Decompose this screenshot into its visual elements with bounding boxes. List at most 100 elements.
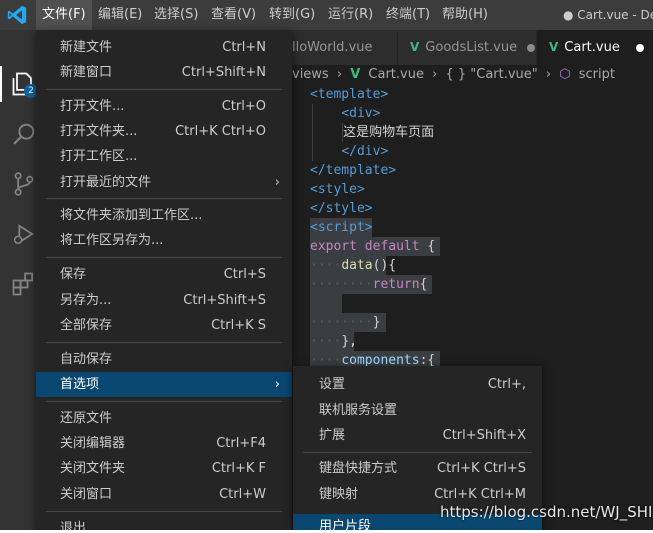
code-token: (){ bbox=[372, 258, 397, 273]
menu-item-label: 另存为... bbox=[60, 293, 112, 308]
menu-item-label: 打开工作区... bbox=[60, 149, 138, 164]
tab-label: GoodsList.vue bbox=[425, 40, 518, 55]
menu-item-shortcut: Ctrl+K S bbox=[211, 318, 266, 333]
menu-item-open-recent[interactable]: 打开最近的文件 › bbox=[36, 170, 292, 195]
menu-item-label: 联机服务设置 bbox=[319, 403, 398, 418]
code-token: <div> bbox=[341, 106, 381, 121]
menu-item-label: 关闭文件夹 bbox=[60, 461, 126, 476]
menu-item-open-workspace[interactable]: 打开工作区... bbox=[36, 144, 292, 169]
menu-item-shortcut: Ctrl+O bbox=[221, 99, 266, 114]
menu-selection[interactable]: 选择(S) bbox=[148, 0, 204, 30]
file-menu-dropdown: 新建文件 Ctrl+N 新建窗口 Ctrl+Shift+N 打开文件... Ctrl+… bbox=[36, 30, 292, 530]
menu-item-close-folder[interactable]: 关闭文件夹 Ctrl+K F bbox=[36, 456, 292, 481]
menu-separator bbox=[46, 511, 282, 512]
menu-item-save-as[interactable]: 另存为... Ctrl+Shift+S bbox=[36, 288, 292, 313]
chevron-right-icon: › bbox=[432, 67, 438, 82]
symbol-icon: ⬡ bbox=[559, 67, 571, 82]
menu-file[interactable]: 文件(F) bbox=[36, 0, 92, 30]
breadcrumb-folder[interactable]: views bbox=[292, 67, 329, 82]
menu-view[interactable]: 查看(V) bbox=[205, 0, 262, 30]
menu-item-label: 键盘快捷方式 bbox=[319, 461, 398, 476]
chevron-right-icon: › bbox=[336, 67, 343, 82]
menu-item-shortcut: Ctrl+Shift+S bbox=[183, 293, 266, 308]
source-control-icon[interactable] bbox=[10, 170, 38, 198]
code-token: <style> bbox=[310, 182, 365, 197]
menu-item-save[interactable]: 保存 Ctrl+S bbox=[36, 262, 292, 287]
breadcrumb-symbol[interactable]: script bbox=[579, 67, 615, 82]
modified-dot-icon[interactable] bbox=[635, 43, 644, 52]
menu-item-preferences[interactable]: 首选项 › bbox=[36, 372, 292, 397]
menu-bar: 文件(F) 编辑(E) 选择(S) 查看(V) 转到(G) 运行(R) 终端(T… bbox=[0, 0, 653, 30]
menu-item-shortcut: Ctrl+Shift+N bbox=[181, 65, 266, 80]
menu-separator bbox=[46, 257, 282, 258]
breadcrumb-file[interactable]: Cart.vue bbox=[368, 67, 424, 82]
menu-item-save-all[interactable]: 全部保存 Ctrl+K S bbox=[36, 313, 292, 338]
menu-item-new-window[interactable]: 新建窗口 Ctrl+Shift+N bbox=[36, 60, 292, 85]
menu-item-add-folder-to-workspace[interactable]: 将文件夹添加到工作区... bbox=[36, 203, 292, 228]
active-indicator bbox=[0, 66, 2, 102]
menu-item-save-workspace-as[interactable]: 将工作区另存为... bbox=[36, 228, 292, 253]
menu-item-label: 新建窗口 bbox=[60, 65, 113, 80]
vue-file-icon: V bbox=[410, 40, 420, 54]
menu-item-shortcut: Ctrl+, bbox=[487, 377, 526, 392]
code-editor[interactable]: <template> <div> 这是购物车页面 </div> </templa… bbox=[310, 85, 653, 385]
code-token: </template> bbox=[310, 163, 397, 178]
menu-separator bbox=[46, 401, 282, 402]
menu-go[interactable]: 转到(G) bbox=[263, 0, 321, 30]
menu-item-settings[interactable]: 设置 Ctrl+, bbox=[293, 372, 542, 397]
code-line: export default { bbox=[310, 237, 435, 256]
menu-item-new-file[interactable]: 新建文件 Ctrl+N bbox=[36, 35, 292, 60]
menu-edit[interactable]: 编辑(E) bbox=[92, 0, 148, 30]
menu-item-online-services-settings[interactable]: 联机服务设置 bbox=[293, 398, 542, 423]
code-line: <script> bbox=[310, 218, 373, 237]
vscode-window: 文件(F) 编辑(E) 选择(S) 查看(V) 转到(G) 运行(R) 终端(T… bbox=[0, 0, 653, 530]
tab-goodslist[interactable]: V GoodsList.vue bbox=[398, 30, 536, 65]
menu-separator bbox=[46, 198, 282, 199]
menu-run[interactable]: 运行(R) bbox=[322, 0, 379, 30]
menu-item-open-file[interactable]: 打开文件... Ctrl+O bbox=[36, 94, 292, 119]
code-token: }, bbox=[341, 334, 357, 349]
code-token: { bbox=[419, 239, 436, 254]
code-line: ····data(){ bbox=[310, 258, 397, 273]
menu-item-label: 打开最近的文件 bbox=[60, 175, 152, 190]
menu-item-label: 将文件夹添加到工作区... bbox=[60, 208, 203, 223]
code-token: return bbox=[372, 277, 420, 292]
code-line: <style> bbox=[310, 180, 365, 199]
run-debug-icon[interactable] bbox=[10, 220, 38, 248]
code-line: </style> bbox=[310, 199, 373, 218]
menu-item-shortcut: Ctrl+K F bbox=[211, 461, 266, 476]
menu-item-label: 关闭窗口 bbox=[60, 487, 113, 502]
menu-item-close-editor[interactable]: 关闭编辑器 Ctrl+F4 bbox=[36, 431, 292, 456]
code-line: <div> bbox=[310, 104, 380, 123]
menu-item-shortcut: Ctrl+F4 bbox=[216, 436, 266, 451]
menu-item-exit[interactable]: 退出 bbox=[36, 516, 292, 530]
code-token: <template> bbox=[310, 87, 389, 102]
menu-help[interactable]: 帮助(H) bbox=[436, 0, 494, 30]
menu-item-revert-file[interactable]: 还原文件 bbox=[36, 406, 292, 431]
menu-separator bbox=[46, 89, 282, 90]
chevron-right-icon: › bbox=[545, 67, 552, 82]
menu-item-label: 设置 bbox=[319, 377, 346, 392]
menu-item-extensions[interactable]: 扩展 Ctrl+Shift+X bbox=[293, 423, 542, 448]
menu-item-close-window[interactable]: 关闭窗口 Ctrl+W bbox=[36, 482, 292, 507]
code-line: </template> bbox=[310, 161, 396, 180]
extensions-icon[interactable] bbox=[10, 270, 38, 298]
vue-file-icon: V bbox=[350, 67, 361, 82]
menu-terminal[interactable]: 终端(T) bbox=[380, 0, 436, 30]
menu-item-auto-save[interactable]: 自动保存 bbox=[36, 347, 292, 372]
search-icon[interactable] bbox=[10, 120, 38, 148]
menu-item-keyboard-shortcuts[interactable]: 键盘快捷方式 Ctrl+K Ctrl+S bbox=[293, 456, 542, 481]
tab-cart[interactable]: V Cart.vue bbox=[537, 30, 653, 65]
breadcrumb-section[interactable]: { } "Cart.vue" bbox=[445, 67, 537, 82]
code-token: 这是购物车页面 bbox=[343, 125, 435, 140]
code-token: </div> bbox=[341, 144, 389, 159]
menu-item-shortcut: Ctrl+K Ctrl+O bbox=[175, 124, 266, 139]
tab-helloworld[interactable]: lloWorld.vue bbox=[292, 30, 397, 65]
menu-item-open-folder[interactable]: 打开文件夹... Ctrl+K Ctrl+O bbox=[36, 119, 292, 144]
menu-separator bbox=[303, 452, 532, 453]
code-token: data bbox=[341, 258, 373, 273]
modified-dot-icon[interactable] bbox=[527, 43, 536, 52]
menu-item-label: 键映射 bbox=[319, 487, 359, 502]
menu-item-label: 新建文件 bbox=[60, 40, 113, 55]
chevron-right-icon: › bbox=[274, 377, 280, 392]
